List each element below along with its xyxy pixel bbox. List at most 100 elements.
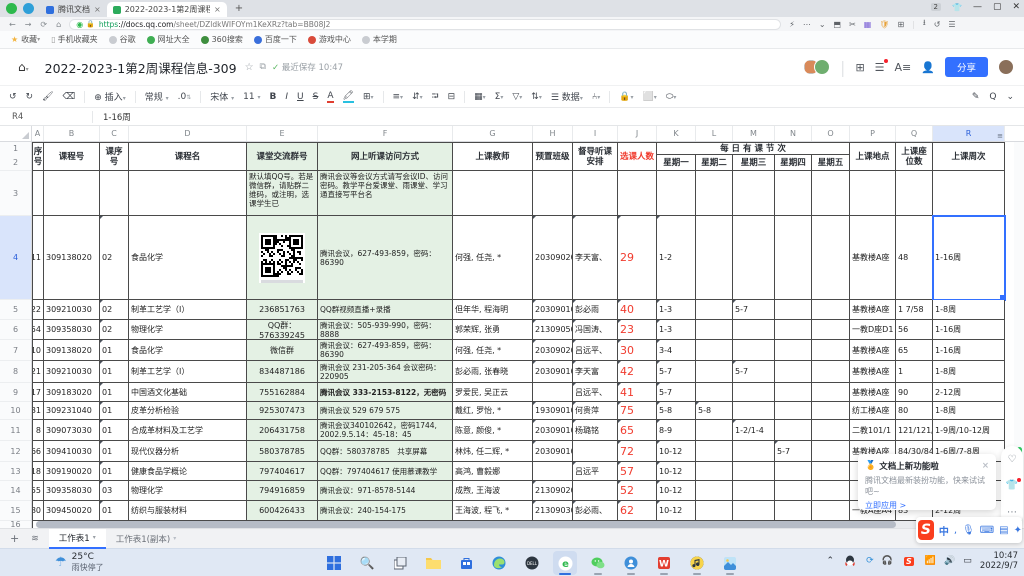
- cell-K3[interactable]: [657, 171, 696, 216]
- header-cell-o[interactable]: 星期五: [812, 155, 850, 171]
- cell-name-box[interactable]: R4: [0, 112, 92, 122]
- lightning-icon[interactable]: ⚡: [789, 20, 795, 29]
- cell-O12[interactable]: [812, 441, 850, 462]
- cell-B3[interactable]: [44, 171, 100, 216]
- column-header-G[interactable]: G: [453, 126, 533, 141]
- minimize-button[interactable]: —: [973, 2, 982, 12]
- cell-F11[interactable]: 腾讯会议340102642，密码1744, 2002.9.5.14：45-18：…: [318, 420, 453, 441]
- header-cell-f[interactable]: 网上听课访问方式: [318, 142, 453, 171]
- cell-J6[interactable]: 23: [618, 320, 657, 340]
- cell-D9[interactable]: 中国酒文化基础: [129, 383, 247, 402]
- cell-M10[interactable]: [733, 402, 775, 420]
- cell-B8[interactable]: 309210030: [44, 361, 100, 383]
- cell-P7[interactable]: 基教楼A座: [850, 340, 896, 361]
- cell-C9[interactable]: 01: [100, 383, 129, 402]
- cell-G9[interactable]: 罗爱民, 吴正云: [453, 383, 533, 402]
- forward-icon[interactable]: →: [25, 20, 32, 29]
- wrap-text-icon[interactable]: ⮒: [432, 89, 439, 105]
- header-cell-g[interactable]: 上课教师: [453, 142, 533, 171]
- docs-home-icon[interactable]: ⌂▾: [18, 60, 29, 74]
- cell-L15[interactable]: [696, 501, 733, 521]
- popup-action-link[interactable]: 立即应用 >: [865, 500, 989, 511]
- cell-H4[interactable]: 203090201: [533, 216, 573, 300]
- header-cell-m[interactable]: 星期三: [733, 155, 775, 171]
- cell-A11[interactable]: 8: [32, 420, 44, 441]
- row-header-4[interactable]: 4: [0, 216, 32, 300]
- cell-P10[interactable]: 纺工楼A座: [850, 402, 896, 420]
- header-cell-group[interactable]: 每 日 有 课 节 次: [657, 142, 850, 155]
- cell-O7[interactable]: [812, 340, 850, 361]
- cell-H11[interactable]: 203090101: [533, 420, 573, 441]
- cell-I5[interactable]: 彭必雨: [573, 300, 618, 320]
- row-header-11[interactable]: 11: [0, 420, 32, 441]
- cell-I3[interactable]: [573, 171, 618, 216]
- cell-F3[interactable]: 腾讯会议等会议方式请写会议ID、访问密码。教学平台爱课堂、雨课堂、学习通直接写平…: [318, 171, 453, 216]
- row-header-3[interactable]: 3: [0, 171, 32, 216]
- collaborator-avatar[interactable]: [814, 59, 830, 75]
- cell-O13[interactable]: [812, 462, 850, 481]
- cell-R9[interactable]: 2-12周: [933, 383, 1005, 402]
- sync-tray-icon[interactable]: ⟳: [866, 556, 874, 566]
- cell-L5[interactable]: [696, 300, 733, 320]
- cell-J10[interactable]: 75: [618, 402, 657, 420]
- cell-N15[interactable]: [775, 501, 812, 521]
- cell-O4[interactable]: [812, 216, 850, 300]
- cell-E5[interactable]: 236851763: [247, 300, 318, 320]
- cell-Q3[interactable]: [896, 171, 933, 216]
- sheet-tab-1[interactable]: 工作表1▾: [49, 529, 106, 549]
- cell-B15[interactable]: 309450020: [44, 501, 100, 521]
- header-cell-k[interactable]: 星期一: [657, 155, 696, 171]
- cell-R11[interactable]: 1-9周/10-12周: [933, 420, 1005, 441]
- cell-C11[interactable]: 01: [100, 420, 129, 441]
- cell-H9[interactable]: [533, 383, 573, 402]
- cell-I10[interactable]: 何贵萍: [573, 402, 618, 420]
- column-header-A[interactable]: A: [32, 126, 44, 141]
- column-header-B[interactable]: B: [44, 126, 100, 141]
- chevron-down-icon[interactable]: ⌄: [819, 20, 826, 29]
- cell-H8[interactable]: 203090101: [533, 361, 573, 383]
- cell-N13[interactable]: [775, 462, 812, 481]
- cell-G12[interactable]: 林炜, 任二辉, *: [453, 441, 533, 462]
- bookmark-baidu[interactable]: 百度一下: [254, 34, 297, 45]
- move-doc-icon[interactable]: ⧉: [260, 62, 266, 72]
- cell-D14[interactable]: 物理化学: [129, 481, 247, 501]
- close-tab-icon[interactable]: ×: [94, 5, 101, 14]
- bookmark-wangzhi[interactable]: 网址大全: [147, 34, 190, 45]
- cell-F8[interactable]: 腾讯会议 231-205-364 会议密码：220905: [318, 361, 453, 383]
- cell-R10[interactable]: 1-8周: [933, 402, 1005, 420]
- cell-B11[interactable]: 309073030: [44, 420, 100, 441]
- cell-M15[interactable]: [733, 501, 775, 521]
- cell-Q5[interactable]: 1 7/58: [896, 300, 933, 320]
- cell-D8[interactable]: 制革工艺学（Ⅰ）: [129, 361, 247, 383]
- cell-A6[interactable]: 54: [32, 320, 44, 340]
- cell-E6[interactable]: QQ群：576339245: [247, 320, 318, 340]
- cell-O14[interactable]: [812, 481, 850, 501]
- formula-input[interactable]: 1-16周: [93, 111, 131, 123]
- font-select[interactable]: 宋体 ▾: [210, 90, 234, 103]
- insert-button[interactable]: ⊕ 插入▾: [94, 90, 125, 103]
- cell-I8[interactable]: 李天富: [573, 361, 618, 383]
- undo-icon[interactable]: ↺: [9, 92, 17, 102]
- more-icon[interactable]: ⋯: [803, 20, 811, 29]
- cell-J4[interactable]: 29: [618, 216, 657, 300]
- new-tab-button[interactable]: +: [235, 3, 243, 14]
- cell-B14[interactable]: 309358030: [44, 481, 100, 501]
- cell-K5[interactable]: 1-3: [657, 300, 696, 320]
- cell-O8[interactable]: [812, 361, 850, 383]
- cell-D10[interactable]: 皮革分析检验: [129, 402, 247, 420]
- site-safety-icon[interactable]: ◉: [76, 20, 83, 29]
- cell-O15[interactable]: [812, 501, 850, 521]
- cell-N8[interactable]: [775, 361, 812, 383]
- cell-L9[interactable]: [696, 383, 733, 402]
- sogou-logo[interactable]: S: [918, 520, 934, 540]
- back-icon[interactable]: ←: [9, 20, 16, 29]
- sheet-tab-2[interactable]: 工作表1(副本)▾: [106, 529, 187, 549]
- screenshot-icon[interactable]: ⬒: [834, 20, 842, 29]
- cell-R3[interactable]: [933, 171, 1005, 216]
- bold-icon[interactable]: B: [269, 92, 276, 102]
- cell-F14[interactable]: 腾讯会议：971-8578-5144: [318, 481, 453, 501]
- wifi-icon[interactable]: 📶: [925, 556, 936, 566]
- column-header-Q[interactable]: Q: [896, 126, 933, 141]
- search-icon[interactable]: Q: [989, 92, 996, 102]
- start-button[interactable]: [322, 551, 346, 575]
